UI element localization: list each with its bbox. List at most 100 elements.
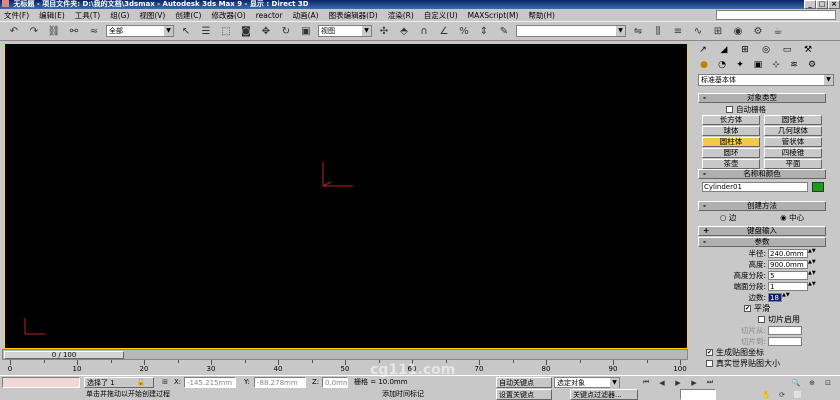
y-coordinate-field[interactable]: -88.278mm — [254, 377, 306, 388]
menu-animation[interactable]: 动画(A) — [293, 10, 319, 21]
align-icon[interactable]: ⫼ — [650, 23, 666, 39]
radius-spinner[interactable]: ▲▼ — [808, 248, 816, 258]
cap-segments-field[interactable]: 1 — [768, 281, 808, 291]
orbit-icon[interactable]: ⟳ — [776, 389, 788, 400]
menu-tools[interactable]: 工具(T) — [75, 10, 100, 21]
object-name-input[interactable]: Cylinder01 — [702, 182, 808, 192]
motion-tab-icon[interactable]: ◎ — [757, 43, 775, 56]
box-button[interactable]: 长方体 — [702, 115, 760, 125]
current-frame-field[interactable] — [680, 389, 716, 400]
zoom-all-icon[interactable]: ⊕ — [806, 377, 818, 388]
space-warps-icon[interactable]: ≋ — [788, 59, 800, 71]
add-time-tag[interactable]: 添加时间标记 — [380, 389, 450, 400]
creation-method-header[interactable]: - 创建方法 — [698, 201, 826, 211]
zoom-icon[interactable]: 🔍 — [790, 377, 802, 388]
trackbar[interactable]: 0 10 20 30 40 50 60 70 80 90 100 — [2, 360, 688, 374]
menu-rendering[interactable]: 渲染(R) — [388, 10, 414, 21]
command-panel-scrollbar[interactable] — [826, 43, 840, 343]
render-setup-icon[interactable]: ⚙ — [750, 23, 766, 39]
unlink-icon[interactable]: ⚯ — [66, 23, 82, 39]
object-type-header[interactable]: - 对象类型 — [698, 93, 826, 103]
geosphere-button[interactable]: 几何球体 — [764, 126, 822, 136]
menu-edit[interactable]: 编辑(E) — [39, 10, 65, 21]
torus-button[interactable]: 圆环 — [702, 148, 760, 158]
name-color-header[interactable]: - 名称和颜色 — [698, 169, 826, 179]
scale-icon[interactable]: ▣ — [298, 23, 314, 39]
object-color-swatch[interactable] — [812, 182, 824, 192]
systems-icon[interactable]: ⚙ — [806, 59, 818, 71]
cone-button[interactable]: 圆锥体 — [764, 115, 822, 125]
height-spinner[interactable]: ▲▼ — [808, 259, 816, 269]
z-coordinate-field[interactable]: 0.0mm — [322, 377, 348, 388]
autogrid-checkbox[interactable]: 自动栅格 — [698, 103, 826, 114]
maxscript-listener[interactable] — [2, 377, 80, 388]
bind-space-warp-icon[interactable]: ≈ — [86, 23, 102, 39]
lock-selection-icon[interactable]: 🔒 — [136, 377, 146, 387]
maximize-button[interactable]: □ — [816, 0, 828, 9]
menu-file[interactable]: 文件(F) — [4, 10, 29, 21]
quick-render-icon[interactable]: ☕ — [770, 23, 786, 39]
named-selection-sets-select[interactable] — [516, 25, 626, 37]
menu-customize[interactable]: 自定义(U) — [424, 10, 458, 21]
edit-named-selection-icon[interactable]: ✎ — [496, 23, 512, 39]
utilities-tab-icon[interactable]: ⚒ — [799, 43, 817, 56]
perspective-viewport[interactable] — [4, 43, 688, 349]
window-crossing-icon[interactable]: ◙ — [238, 23, 254, 39]
next-frame-icon[interactable]: ▶ — [688, 377, 700, 388]
slice-from-field[interactable] — [768, 325, 802, 335]
teapot-button[interactable]: 茶壶 — [702, 159, 760, 169]
modify-tab-icon[interactable]: ◢ — [715, 43, 733, 56]
lights-icon[interactable]: ✦ — [734, 59, 746, 71]
keyboard-entry-header[interactable]: + 键盘输入 — [698, 226, 826, 236]
hierarchy-tab-icon[interactable]: ⊞ — [736, 43, 754, 56]
pivot-icon[interactable]: ✣ — [376, 23, 392, 39]
previous-frame-icon[interactable]: ◀ — [656, 377, 668, 388]
play-icon[interactable]: ▶ — [672, 377, 684, 388]
shapes-icon[interactable]: ◔ — [716, 59, 728, 71]
sphere-button[interactable]: 球体 — [702, 126, 760, 136]
parameters-header[interactable]: - 参数 — [698, 237, 826, 247]
selection-filter-select[interactable]: 全部 — [106, 25, 174, 37]
link-icon[interactable]: ⛓ — [46, 23, 62, 39]
create-tab-icon[interactable]: ↗ — [694, 43, 712, 56]
edge-radio[interactable]: ○ 边 — [720, 212, 736, 223]
schematic-view-icon[interactable]: ⊞ — [710, 23, 726, 39]
menu-maxscript[interactable]: MAXScript(M) — [468, 11, 519, 20]
manipulate-icon[interactable]: ⬘ — [396, 23, 412, 39]
geometry-icon[interactable]: ● — [698, 59, 710, 71]
layer-manager-icon[interactable]: ≡ — [670, 23, 686, 39]
geometry-category-select[interactable]: 标准基本体 — [698, 74, 834, 86]
menu-create[interactable]: 创建(C) — [175, 10, 201, 21]
slice-to-field[interactable] — [768, 336, 802, 346]
radius-field[interactable]: 240.0mm — [768, 248, 808, 258]
key-mode-select[interactable]: 选定对象 — [554, 377, 620, 388]
menu-views[interactable]: 视图(V) — [139, 10, 165, 21]
minimize-button[interactable]: _ — [804, 0, 816, 9]
menu-group[interactable]: 组(G) — [110, 10, 129, 21]
plane-button[interactable]: 平面 — [764, 159, 822, 169]
cap-segments-spinner[interactable]: ▲▼ — [808, 281, 816, 291]
curve-editor-icon[interactable]: ∿ — [690, 23, 706, 39]
menu-graph-editors[interactable]: 图表编辑器(D) — [329, 10, 378, 21]
absolute-mode-icon[interactable]: ⊞ — [160, 377, 170, 387]
undo-icon[interactable]: ↶ — [6, 23, 22, 39]
percent-snap-icon[interactable]: % — [456, 23, 472, 39]
x-coordinate-field[interactable]: -145.215mm — [184, 377, 236, 388]
menu-modifiers[interactable]: 修改器(O) — [211, 10, 245, 21]
sides-field[interactable]: 18 — [768, 292, 782, 302]
pyramid-button[interactable]: 四棱锥 — [764, 148, 822, 158]
height-segments-spinner[interactable]: ▲▼ — [808, 270, 816, 280]
center-radio[interactable]: ◉ 中心 — [780, 212, 804, 223]
close-button[interactable]: × — [828, 0, 840, 9]
generate-mapping-checkbox[interactable]: ✔ 生成贴图坐标 — [698, 347, 826, 357]
snap-icon[interactable]: ∩ — [416, 23, 432, 39]
set-key-button[interactable]: 设置关键点 — [496, 389, 552, 400]
select-icon[interactable]: ↖ — [178, 23, 194, 39]
spinner-snap-icon[interactable]: ⇕ — [476, 23, 492, 39]
helpers-icon[interactable]: ⊹ — [770, 59, 782, 71]
smooth-checkbox[interactable]: ✔ 平滑 — [698, 303, 826, 313]
tube-button[interactable]: 管状体 — [764, 137, 822, 147]
cameras-icon[interactable]: ▣ — [752, 59, 764, 71]
mirror-icon[interactable]: ⇋ — [630, 23, 646, 39]
time-slider-thumb[interactable]: 0 / 100 — [4, 351, 124, 359]
